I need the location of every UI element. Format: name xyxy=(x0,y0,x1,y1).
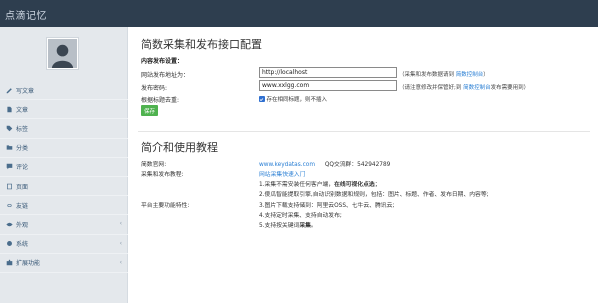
save-button[interactable]: 保存 xyxy=(141,105,158,116)
folder-icon xyxy=(6,144,13,151)
feature-highlight: 采集 xyxy=(299,223,311,229)
dedupe-checkbox-text: 存在相同标题，则不插入 xyxy=(266,97,328,103)
edit-icon xyxy=(6,87,13,94)
sidebar-item-pages[interactable]: 页面 xyxy=(0,177,128,197)
console-link[interactable]: 简数控制台 xyxy=(456,72,484,78)
dedupe-checkbox-row[interactable]: 存在相同标题，则不插入 xyxy=(259,95,327,103)
chevron-left-icon: ‹ xyxy=(119,220,122,228)
sidebar-item-links[interactable]: 友链 xyxy=(0,196,128,216)
site-hint-prefix: （采集和发布数据请到 xyxy=(399,72,456,78)
dedupe-checkbox[interactable] xyxy=(259,96,265,102)
eye-icon xyxy=(6,221,13,228)
feature-line-2: 2.傻瓜智能提取引擎,自动识别数据和规则，包括：图片、标题、作者、发布日期、内容… xyxy=(259,189,489,198)
sidebar-item-label: 写文章 xyxy=(16,87,35,95)
chevron-left-icon: ‹ xyxy=(119,239,122,247)
feature-line-3: 3.图片下载支持储到：阿里云OSS、七牛云、腾讯云; xyxy=(259,200,394,209)
intro-title: 简介和使用教程 xyxy=(141,141,218,154)
tutorial-label: 采集和发布教程: xyxy=(141,172,184,178)
dedupe-label: 根据标题去重: xyxy=(141,97,180,104)
qq-group-text: QQ交流群：542942789 xyxy=(324,162,391,168)
sidebar-nav: 写文章 文章 标签 分类 评论 页面 友链 外观 ‹ 系统 ‹ 扩展功能 ‹ xyxy=(0,81,128,273)
console-link[interactable]: 简数控制台 xyxy=(463,85,491,91)
sidebar-item-label: 标签 xyxy=(16,125,29,133)
sidebar-item-label: 扩展功能 xyxy=(16,260,41,268)
avatar[interactable] xyxy=(46,37,79,70)
sidebar-item-system[interactable]: 系统 ‹ xyxy=(0,235,128,254)
sidebar-item-comments[interactable]: 评论 xyxy=(0,158,128,177)
document-icon xyxy=(6,106,13,113)
feature-text: 4.支持定时采集、支持自动发布; xyxy=(259,213,342,219)
link-icon xyxy=(6,202,13,209)
comment-icon xyxy=(6,163,13,170)
site-address-label: 网站发布地址为： xyxy=(141,72,190,79)
sidebar-item-label: 文章 xyxy=(16,106,29,114)
sidebar-item-label: 评论 xyxy=(16,164,29,172)
feature-line-1: 1.采集不需安装任何客户端，在线可视化点选； xyxy=(259,179,381,188)
features-label: 平台主要功能特性: xyxy=(141,203,190,209)
sidebar-item-label: 友链 xyxy=(16,202,29,210)
sidebar-item-tags[interactable]: 标签 xyxy=(0,119,128,139)
config-title: 简数采集和发布接口配置 xyxy=(141,38,262,51)
page-icon xyxy=(6,183,13,190)
sidebar-item-categories[interactable]: 分类 xyxy=(0,139,128,158)
sidebar-item-articles[interactable]: 文章 xyxy=(0,100,128,120)
puzzle-icon xyxy=(6,259,13,266)
app-brand[interactable]: 点滴记忆 xyxy=(5,7,47,22)
sidebar: 写文章 文章 标签 分类 评论 页面 友链 外观 ‹ 系统 ‹ 扩展功能 ‹ xyxy=(0,27,128,303)
gear-icon xyxy=(6,240,13,247)
config-subtitle: 内容发布设置： xyxy=(141,58,184,65)
feature-text: 1.采集不需安装任何客户端，在线可视化点选； xyxy=(259,182,381,188)
tutorial-link-row: 网站采集快速入门 xyxy=(259,169,305,178)
official-site-label: 简数官网: xyxy=(141,162,167,168)
site-address-hint: （采集和发布数据请到 简数控制台） xyxy=(399,70,489,78)
site-address-input[interactable]: http://localhost xyxy=(259,67,397,78)
feature-text: 3.图片下载支持储到：阿里云OSS、七牛云、腾讯云; xyxy=(259,203,395,209)
official-site-link[interactable]: www.keydatas.com xyxy=(259,162,315,168)
feature-text: 5.支持按关键词采集。 xyxy=(259,223,317,229)
tag-icon xyxy=(6,125,13,132)
sidebar-item-label: 页面 xyxy=(16,183,29,191)
feature-line-5: 5.支持按关键词采集。 xyxy=(259,220,317,229)
main-content: 简数采集和发布接口配置 内容发布设置： 网站发布地址为： http://loca… xyxy=(128,27,598,303)
sidebar-item-label: 分类 xyxy=(16,145,29,153)
sidebar-item-extensions[interactable]: 扩展功能 ‹ xyxy=(0,254,128,273)
sidebar-item-label: 外观 xyxy=(16,221,29,229)
official-site-row: www.keydatas.com QQ交流群：542942789 xyxy=(259,159,390,168)
sidebar-item-label: 系统 xyxy=(16,241,29,249)
sidebar-item-write-article[interactable]: 写文章 xyxy=(0,81,128,101)
sidebar-item-appearance[interactable]: 外观 ‹ xyxy=(0,215,128,235)
password-label: 发布密码: xyxy=(141,85,168,92)
chevron-left-icon: ‹ xyxy=(119,258,122,266)
user-avatar-icon xyxy=(48,39,77,68)
tutorial-link[interactable]: 网站采集快速入门 xyxy=(259,172,305,178)
feature-text: 2.傻瓜智能提取引擎,自动识别数据和规则，包括：图片、标题、作者、发布日期、内容… xyxy=(259,192,489,198)
feature-highlight: 在线可视化点选 xyxy=(334,182,375,188)
top-bar: 点滴记忆 xyxy=(0,0,598,27)
password-hint-prefix: （请注意修改并保管好;到 xyxy=(399,85,464,91)
password-hint: （请注意修改并保管好;到 简数控制台发布需要用到） xyxy=(399,83,529,91)
site-hint-suffix: ） xyxy=(483,72,489,78)
password-input[interactable]: www.xxlgg.com xyxy=(259,80,397,91)
section-divider xyxy=(138,131,590,132)
feature-line-4: 4.支持定时采集、支持自动发布; xyxy=(259,210,342,219)
password-hint-suffix: 发布需要用到） xyxy=(490,85,530,91)
